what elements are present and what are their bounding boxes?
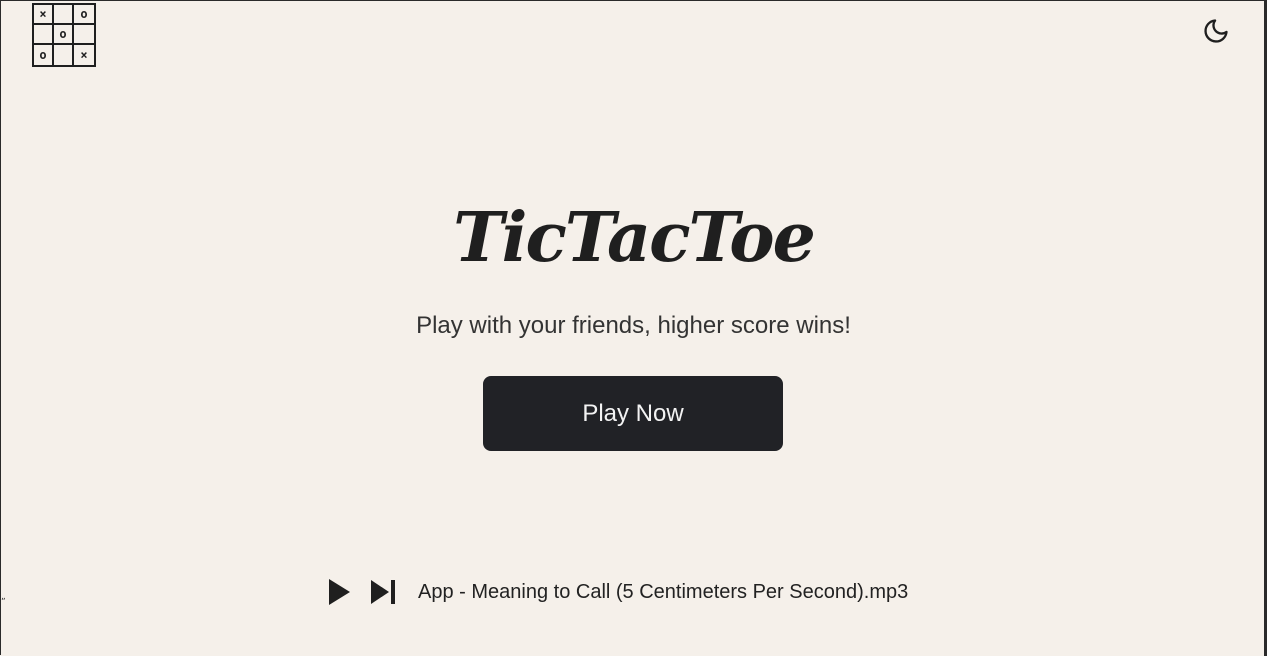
logo-cell [54, 5, 74, 25]
logo-cell: o [54, 25, 74, 45]
skip-next-icon [371, 580, 395, 604]
logo-cell: × [34, 5, 54, 25]
logo-cell: o [34, 45, 54, 65]
next-track-button[interactable] [368, 577, 398, 607]
music-player: App - Meaning to Call (5 Centimeters Per… [324, 576, 908, 608]
play-now-button[interactable]: Play Now [483, 376, 783, 451]
play-icon [329, 579, 350, 605]
theme-toggle-button[interactable] [1202, 17, 1230, 45]
page-title: TicTacToe [453, 198, 816, 278]
tictactoe-logo[interactable]: × o o o × [32, 3, 96, 67]
corner-mark: „ [1, 592, 6, 602]
logo-cell: × [80, 48, 88, 62]
logo-cell [54, 45, 74, 65]
moon-icon [1204, 19, 1228, 43]
play-button[interactable] [324, 577, 354, 607]
page-subtitle: Play with your friends, higher score win… [416, 312, 851, 339]
track-name: App - Meaning to Call (5 Centimeters Per… [418, 580, 909, 603]
logo-cell [74, 25, 94, 45]
logo-cell: o [74, 5, 94, 25]
logo-cell [34, 25, 54, 45]
